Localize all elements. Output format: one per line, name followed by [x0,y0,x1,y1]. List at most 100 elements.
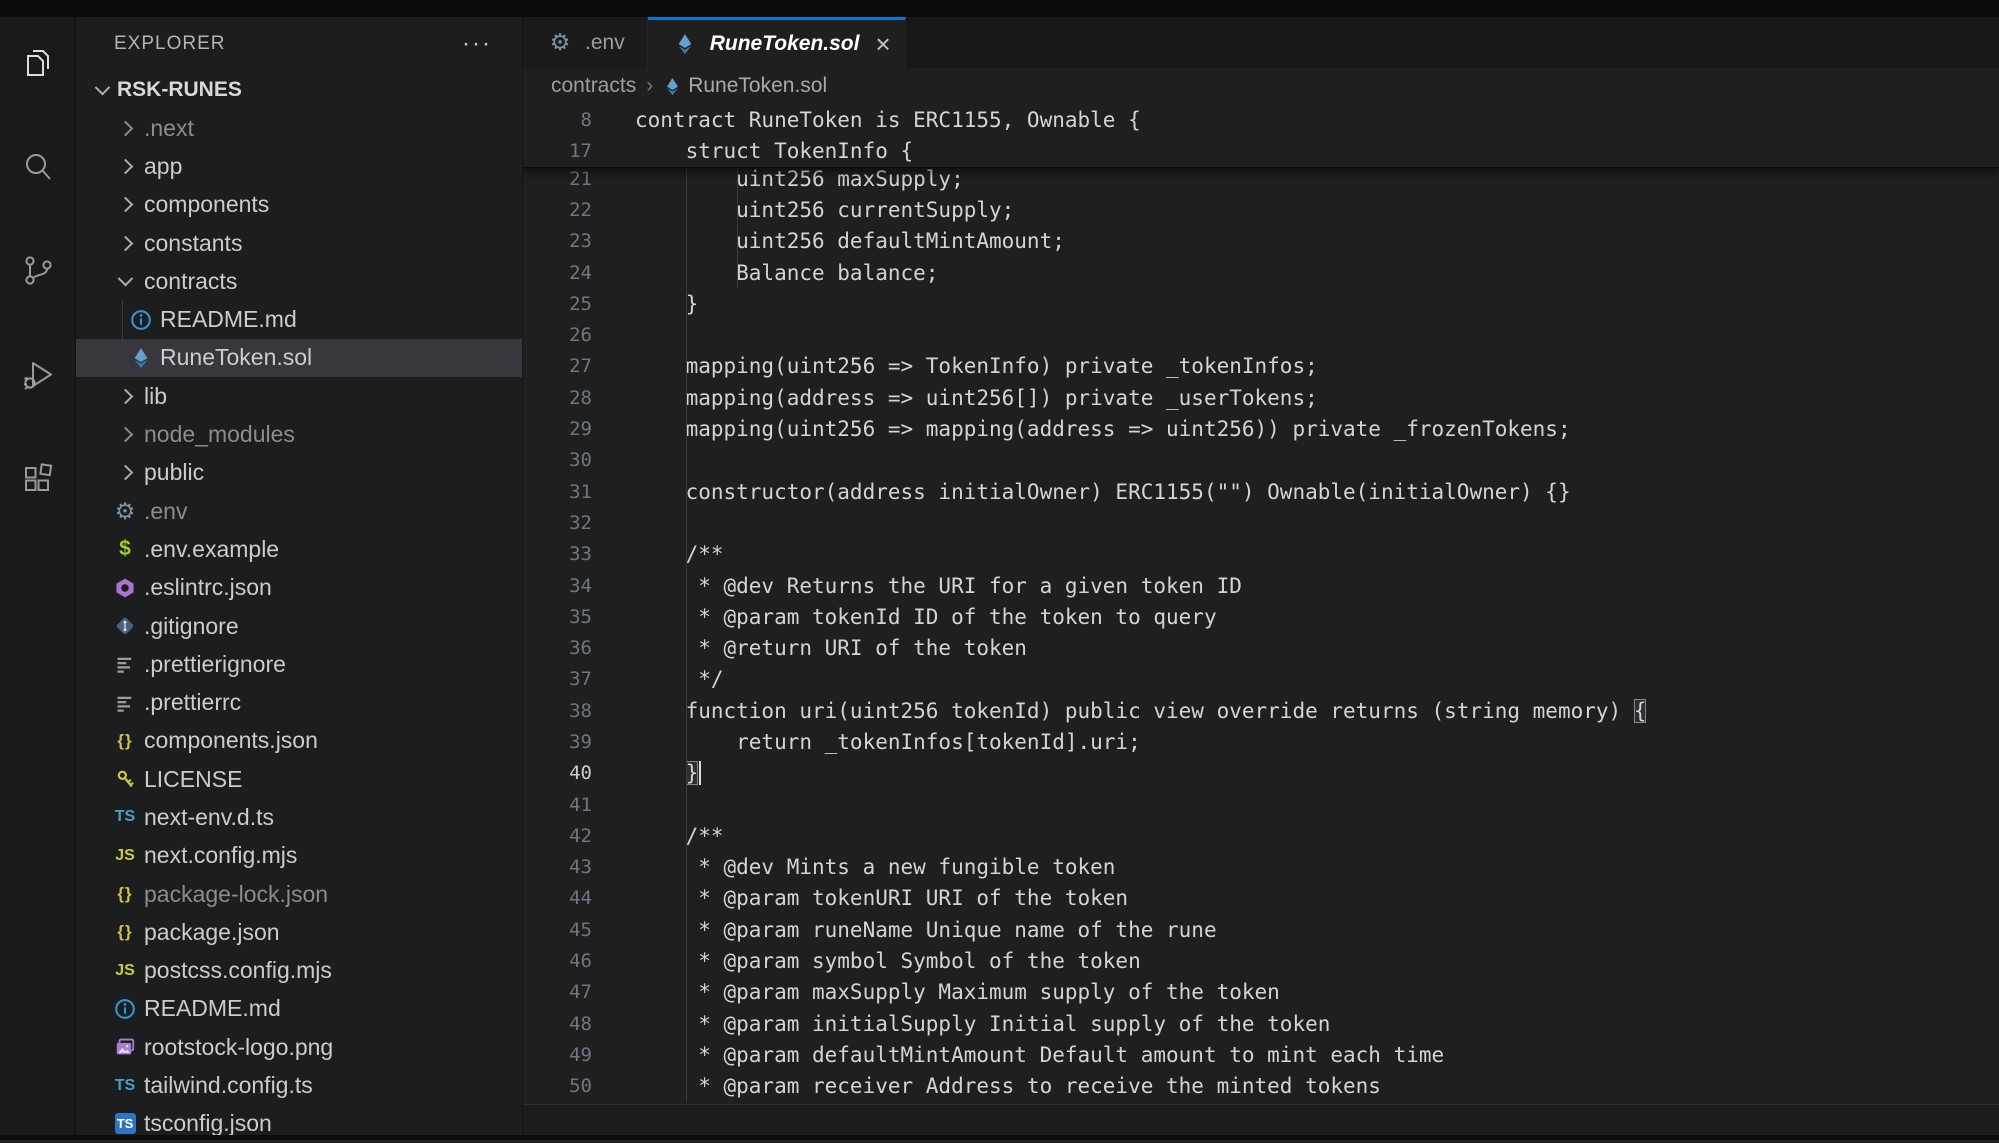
file-tree-item[interactable]: {} package-lock.json [76,875,522,913]
ts-icon: TS [110,808,140,826]
code-line[interactable]: 29 mapping(uint256 => mapping(address =>… [523,413,1999,444]
code-line[interactable]: 50 * @param receiver Address to receive … [523,1071,1999,1102]
braces-icon: {} [110,922,140,942]
code-text: mapping(uint256 => TokenInfo) private _t… [635,354,1318,378]
code-line[interactable]: 39 return _tokenInfos[tokenId].uri; [523,726,1999,757]
sticky-scroll: 8 contract RuneToken is ERC1155, Ownable… [523,104,1999,168]
code-line[interactable]: 47 * @param maxSupply Maximum supply of … [523,977,1999,1008]
file-tree-item[interactable]: LICENSE [76,760,522,798]
run-debug-icon[interactable] [18,355,58,395]
code-line[interactable]: 38 function uri(uint256 tokenId) public … [523,695,1999,726]
ethereum-icon [126,347,156,369]
code-line[interactable]: 22 uint256 currentSupply; [523,194,1999,225]
breadcrumb-folder[interactable]: contracts [551,74,636,98]
code-line[interactable]: 26 [523,319,1999,350]
file-tree-item[interactable]: {} package.json [76,913,522,951]
file-tree-item[interactable]: .next [76,109,522,147]
file-tree-item[interactable]: components [76,186,522,224]
code-line[interactable]: 49 * @param defaultMintAmount Default am… [523,1039,1999,1070]
tab-runetoken[interactable]: RuneToken.sol × [648,17,906,68]
file-tree-item[interactable]: .eslintrc.json [76,569,522,607]
line-number: 29 [523,418,592,440]
file-tree-item[interactable]: public [76,454,522,492]
code-line[interactable]: 44 * @param tokenURI URI of the token [523,883,1999,914]
code-line[interactable]: 42 /** [523,820,1999,851]
code-line[interactable]: 25 } [523,288,1999,319]
chevron-right-icon [110,467,140,478]
chevron-right-icon [110,429,140,440]
file-tree-item[interactable]: .prettierrc [76,683,522,721]
source-control-icon[interactable] [18,251,58,291]
file-tree: .next app components constants contracts… [76,109,522,1143]
file-tree-item[interactable]: JS postcss.config.mjs [76,952,522,990]
code-line[interactable]: 36 * @return URI of the token [523,632,1999,663]
explorer-title: EXPLORER [114,33,462,55]
code-line[interactable]: 23 uint256 defaultMintAmount; [523,226,1999,257]
code-editor[interactable]: 21 uint256 maxSupply; 22 uint256 current… [523,104,1999,1104]
code-line[interactable]: 31 constructor(address initialOwner) ERC… [523,476,1999,507]
code-text: uint256 currentSupply; [635,198,1014,222]
code-line[interactable]: 27 mapping(uint256 => TokenInfo) private… [523,351,1999,382]
file-tree-item[interactable]: contracts [76,262,522,300]
file-tree-item[interactable]: constants [76,224,522,262]
code-text: Balance balance; [635,261,938,285]
breadcrumb-file[interactable]: RuneToken.sol [688,74,827,98]
code-line[interactable]: 43 * @dev Mints a new fungible token [523,852,1999,883]
file-tree-item[interactable]: RuneToken.sol [76,339,522,377]
more-actions-icon[interactable]: ··· [462,39,492,49]
line-number: 49 [523,1044,592,1066]
eslint-icon [110,577,140,599]
code-line[interactable]: 32 [523,507,1999,538]
tab-env[interactable]: ⚙ .env [523,17,648,68]
sticky-line[interactable]: 17 struct TokenInfo { [523,135,1999,166]
file-tree-item[interactable]: README.md [76,990,522,1028]
extensions-icon[interactable] [18,459,58,499]
code-line[interactable]: 34 * @dev Returns the URI for a given to… [523,570,1999,601]
close-icon[interactable]: × [875,34,890,54]
file-tree-item[interactable]: ⚙ .env [76,492,522,530]
code-line[interactable]: 40 } [523,758,1999,789]
code-line[interactable]: 41 [523,789,1999,820]
file-tree-item[interactable]: TS next-env.d.ts [76,798,522,836]
file-tree-item[interactable]: {} components.json [76,722,522,760]
code-line[interactable]: 45 * @param runeName Unique name of the … [523,914,1999,945]
file-tree-item[interactable]: app [76,147,522,185]
file-tree-item[interactable]: rootstock-logo.png [76,1028,522,1066]
code-line[interactable]: 46 * @param symbol Symbol of the token [523,945,1999,976]
code-line[interactable]: 24 Balance balance; [523,257,1999,288]
file-tree-item[interactable]: .gitignore [76,607,522,645]
ethereum-icon [670,33,700,55]
file-tree-item[interactable]: .prettierignore [76,645,522,683]
image-icon [110,1036,140,1058]
chevron-right-icon [110,238,140,249]
file-tree-item[interactable]: node_modules [76,415,522,453]
file-tree-item[interactable]: TS tailwind.config.ts [76,1066,522,1104]
explorer-header: EXPLORER ··· [76,17,522,71]
root-folder-label: RSK-RUNES [117,78,242,102]
file-tree-item[interactable]: JS next.config.mjs [76,837,522,875]
code-text: mapping(uint256 => mapping(address => ui… [635,417,1571,441]
sidebar-root-folder[interactable]: RSK-RUNES [76,71,522,109]
code-text: struct TokenInfo { [635,139,913,163]
search-icon[interactable] [18,147,58,187]
code-line[interactable]: 48 * @param initialSupply Initial supply… [523,1008,1999,1039]
line-number: 26 [523,324,592,346]
sticky-line[interactable]: 8 contract RuneToken is ERC1155, Ownable… [523,104,1999,135]
code-text: /** [635,542,724,566]
code-line[interactable]: 30 [523,445,1999,476]
activity-bar [0,17,76,1140]
code-text: * @param symbol Symbol of the token [635,949,1141,973]
info-icon [126,309,156,331]
code-line[interactable]: 28 mapping(address => uint256[]) private… [523,382,1999,413]
file-tree-item[interactable]: README.md [76,300,522,338]
code-line[interactable]: 21 uint256 maxSupply; [523,163,1999,194]
line-number: 48 [523,1013,592,1035]
code-line[interactable]: 37 */ [523,664,1999,695]
code-line[interactable]: 33 /** [523,539,1999,570]
line-number: 23 [523,230,592,252]
line-number: 32 [523,512,592,534]
code-line[interactable]: 35 * @param tokenId ID of the token to q… [523,601,1999,632]
explorer-icon[interactable] [18,43,58,83]
file-tree-item[interactable]: $ .env.example [76,530,522,568]
file-tree-item[interactable]: lib [76,377,522,415]
